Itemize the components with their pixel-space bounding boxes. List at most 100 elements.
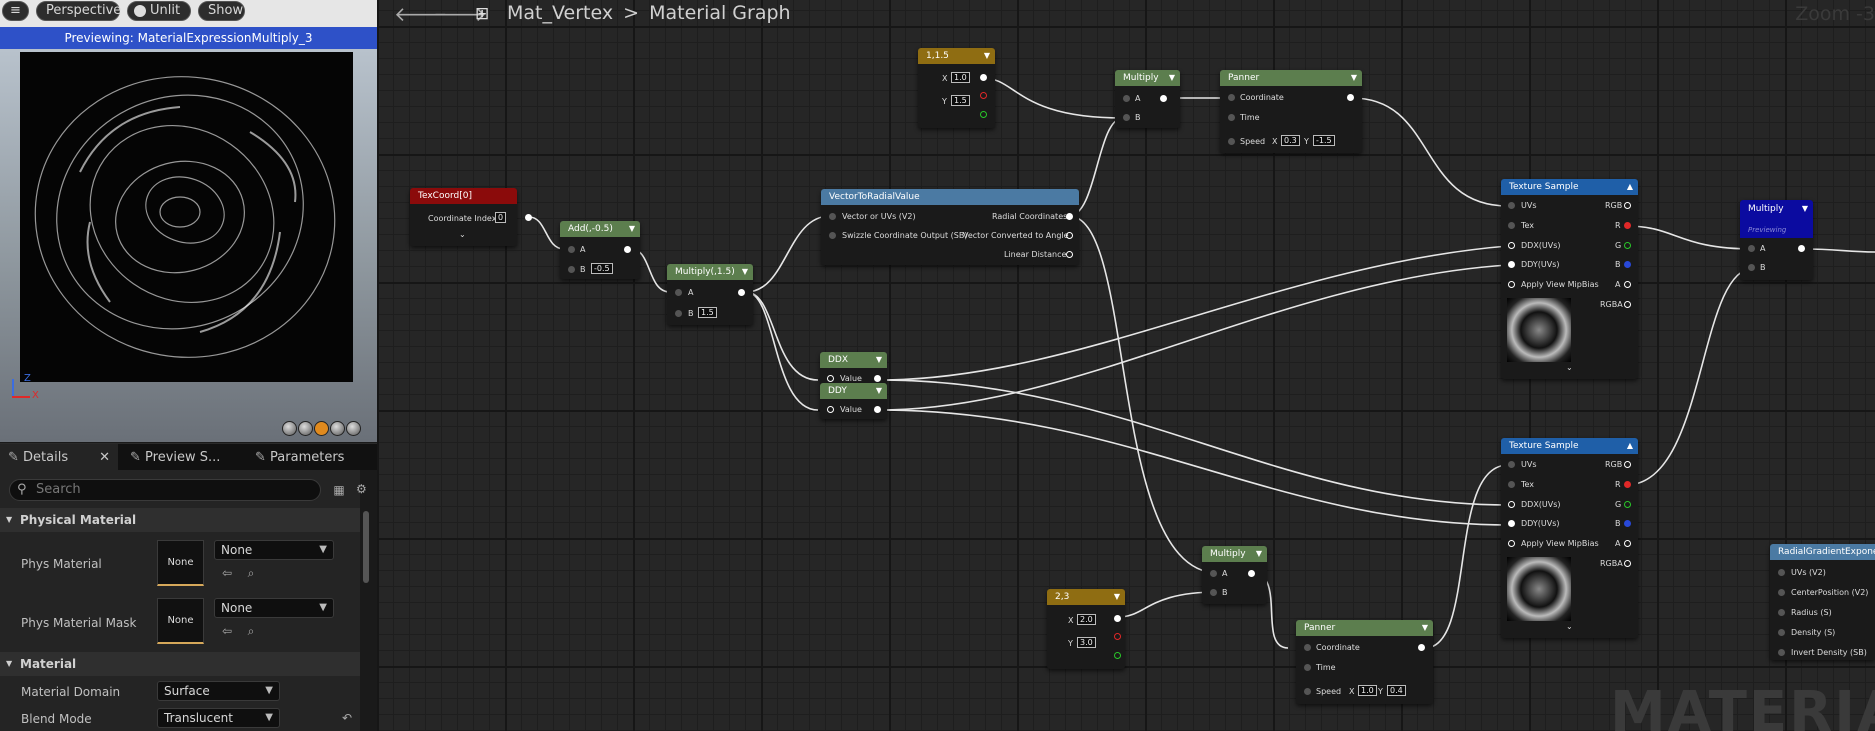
output-pin[interactable] bbox=[1798, 245, 1805, 252]
output-pin[interactable] bbox=[738, 289, 745, 296]
input-pin-uvs[interactable] bbox=[1508, 202, 1515, 209]
chevron-down-icon[interactable]: ⌄ bbox=[1566, 622, 1573, 631]
node-add[interactable]: Add(,-0.5) ▼ A B -0.5 bbox=[560, 221, 640, 279]
output-pin[interactable] bbox=[525, 214, 532, 221]
node-ddx[interactable]: DDX ▼ Value bbox=[820, 352, 887, 385]
speed-y-input[interactable]: 0.4 bbox=[1387, 685, 1406, 696]
node-panner-top[interactable]: Panner ▼ Coordinate Time Speed X 0.3 Y -1… bbox=[1220, 70, 1362, 153]
input-pin-time[interactable] bbox=[1304, 664, 1311, 671]
input-pin-ddx[interactable] bbox=[1508, 242, 1515, 249]
input-pin-a[interactable] bbox=[1123, 95, 1130, 102]
input-pin-b[interactable] bbox=[568, 266, 575, 273]
coordinate-index-input[interactable]: 0 bbox=[495, 212, 507, 223]
input-pin-a[interactable] bbox=[1748, 245, 1755, 252]
input-pin-b[interactable] bbox=[1123, 114, 1130, 121]
chevron-down-icon[interactable]: ▼ bbox=[1256, 546, 1262, 562]
output-pin-r[interactable] bbox=[1114, 633, 1121, 640]
output-pin-g[interactable] bbox=[1624, 242, 1631, 249]
lighting-mode-button[interactable]: Unlit bbox=[127, 1, 191, 21]
input-pin-ddy[interactable] bbox=[1508, 261, 1515, 268]
material-graph-canvas[interactable]: 🡐 🡒 ⊞ Mat_Vertex > Material Graph Zoom -… bbox=[377, 0, 1875, 731]
phys-material-mask-combo[interactable]: None ▼ bbox=[214, 598, 334, 618]
details-search-input[interactable]: ⚲ Search bbox=[9, 479, 321, 501]
material-domain-combo[interactable]: Surface ▼ bbox=[157, 681, 280, 701]
details-scrollbar[interactable] bbox=[363, 511, 369, 583]
output-pin-linear-distance[interactable] bbox=[1066, 251, 1073, 258]
close-icon[interactable]: ✕ bbox=[99, 444, 110, 471]
output-pin[interactable] bbox=[1114, 615, 1121, 622]
output-pin[interactable] bbox=[874, 375, 881, 382]
output-pin-rgba[interactable] bbox=[1624, 301, 1631, 308]
use-selected-icon[interactable]: ⇦ bbox=[220, 624, 234, 638]
table-view-icon[interactable]: ▦ bbox=[332, 483, 346, 497]
output-pin-r[interactable] bbox=[980, 92, 987, 99]
input-pin-mipbias[interactable] bbox=[1508, 281, 1515, 288]
category-material[interactable]: ▼ Material bbox=[0, 652, 360, 676]
chevron-up-icon[interactable]: ▲ bbox=[1627, 438, 1633, 454]
chevron-down-icon[interactable]: ▼ bbox=[876, 383, 882, 399]
x-value-input[interactable]: 2.0 bbox=[1077, 614, 1096, 625]
input-pin-a[interactable] bbox=[675, 289, 682, 296]
input-pin-tex[interactable] bbox=[1508, 222, 1515, 229]
output-pin-r[interactable] bbox=[1624, 222, 1631, 229]
use-selected-icon[interactable]: ⇦ bbox=[220, 566, 234, 580]
chevron-down-icon[interactable]: ▼ bbox=[629, 221, 635, 237]
input-pin-tex[interactable] bbox=[1508, 481, 1515, 488]
input-pin-time[interactable] bbox=[1228, 114, 1235, 121]
node-panner-bottom[interactable]: Panner ▼ Coordinate Time Speed X 1.0 Y 0.… bbox=[1296, 620, 1433, 704]
input-pin-mipbias[interactable] bbox=[1508, 540, 1515, 547]
plane-icon[interactable] bbox=[314, 421, 329, 436]
y-value-input[interactable]: 1.5 bbox=[951, 95, 970, 106]
output-pin-radial-coordinates[interactable] bbox=[1066, 213, 1073, 220]
input-pin[interactable] bbox=[1778, 589, 1785, 596]
category-physical-material[interactable]: ▼ Physical Material bbox=[0, 508, 360, 532]
b-value-input[interactable]: -0.5 bbox=[591, 263, 613, 274]
show-button[interactable]: Show bbox=[198, 1, 245, 21]
input-pin[interactable] bbox=[1778, 629, 1785, 636]
reset-to-default-icon[interactable]: ↶ bbox=[340, 711, 354, 725]
node-constant-1-1-5[interactable]: 1,1.5 ▼ X 1.0 Y 1.5 bbox=[918, 48, 995, 128]
teapot-icon[interactable] bbox=[346, 421, 361, 436]
y-value-input[interactable]: 3.0 bbox=[1077, 637, 1096, 648]
settings-icon[interactable]: ⚙ bbox=[356, 482, 367, 496]
node-vector-to-radial-value[interactable]: VectorToRadialValue Vector or UVs (V2) S… bbox=[821, 189, 1079, 265]
input-pin-coordinate[interactable] bbox=[1228, 94, 1235, 101]
output-pin-rgba[interactable] bbox=[1624, 560, 1631, 567]
node-constant-2-3[interactable]: 2,3 ▼ X 2.0 Y 3.0 bbox=[1047, 589, 1125, 669]
phys-material-combo[interactable]: None ▼ bbox=[214, 540, 334, 560]
input-pin[interactable] bbox=[1778, 649, 1785, 656]
cube-icon[interactable] bbox=[330, 421, 345, 436]
chevron-down-icon[interactable]: ⌄ bbox=[459, 230, 466, 239]
chevron-down-icon[interactable]: ⌄ bbox=[1566, 363, 1573, 372]
chevron-down-icon[interactable]: ▼ bbox=[1802, 204, 1808, 213]
cylinder-icon[interactable] bbox=[282, 421, 297, 436]
output-pin-b[interactable] bbox=[1624, 261, 1631, 268]
input-pin[interactable] bbox=[1778, 609, 1785, 616]
node-texcoord[interactable]: TexCoord[0] Coordinate Index 0 ⌄ bbox=[410, 188, 532, 246]
chevron-down-icon[interactable]: ▼ bbox=[1169, 70, 1175, 86]
input-pin-value[interactable] bbox=[827, 375, 834, 382]
browse-icon[interactable]: ⌕ bbox=[244, 624, 258, 638]
preview-viewport[interactable]: Z X bbox=[0, 49, 377, 442]
sphere-icon[interactable] bbox=[298, 421, 313, 436]
b-value-input[interactable]: 1.5 bbox=[698, 307, 717, 318]
output-pin[interactable] bbox=[1160, 95, 1167, 102]
perspective-button[interactable]: Perspective bbox=[36, 1, 121, 21]
node-ddy[interactable]: DDY ▼ Value bbox=[820, 383, 887, 419]
output-pin-a[interactable] bbox=[1624, 281, 1631, 288]
input-pin-speed[interactable] bbox=[1228, 138, 1235, 145]
input-pin[interactable] bbox=[1778, 569, 1785, 576]
chevron-down-icon[interactable]: ▼ bbox=[1114, 589, 1120, 605]
blend-mode-combo[interactable]: Translucent ▼ bbox=[157, 708, 280, 728]
chevron-up-icon[interactable]: ▲ bbox=[1627, 179, 1633, 195]
output-pin[interactable] bbox=[1347, 94, 1354, 101]
phys-material-mask-thumbnail[interactable]: None bbox=[157, 598, 204, 644]
output-pin-g[interactable] bbox=[1624, 501, 1631, 508]
output-pin-rgb[interactable] bbox=[1624, 461, 1631, 468]
node-multiply-top[interactable]: Multiply ▼ A B bbox=[1115, 70, 1180, 128]
chevron-down-icon[interactable]: ▼ bbox=[1351, 70, 1357, 86]
chevron-down-icon[interactable]: ▼ bbox=[984, 48, 990, 64]
input-pin-swizzle[interactable] bbox=[829, 232, 836, 239]
output-pin[interactable] bbox=[980, 74, 987, 81]
input-pin-uvs[interactable] bbox=[1508, 461, 1515, 468]
